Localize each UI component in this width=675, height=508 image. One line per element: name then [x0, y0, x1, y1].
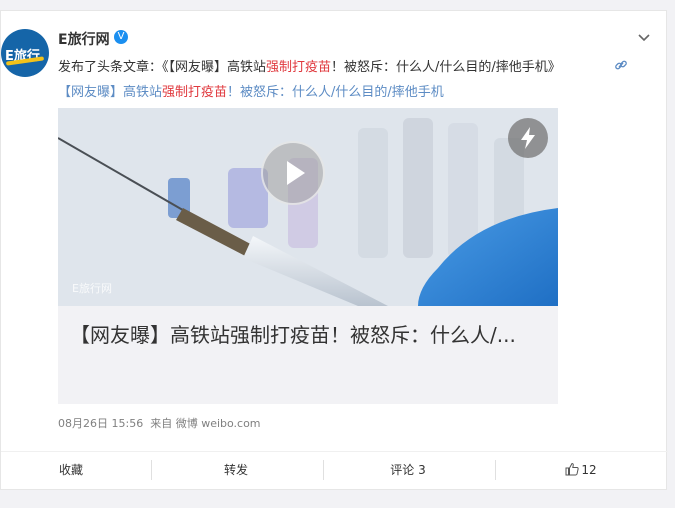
favorite-label: 收藏	[58, 463, 83, 477]
post-source: 来自 微博 weibo.com	[150, 417, 261, 430]
article-link[interactable]: 【网友曝】高铁站强制打疫苗！被怒斥：什么人/什么目的/摔他手机	[58, 81, 444, 100]
divider	[151, 460, 152, 480]
author-name[interactable]: E旅行网	[58, 29, 110, 49]
lightning-icon	[521, 127, 535, 149]
play-button[interactable]	[261, 141, 325, 205]
thumbs-up-icon	[565, 462, 580, 476]
action-bar: 收藏 转发 评论 3 12	[1, 451, 668, 488]
avatar[interactable]: E旅行	[1, 29, 49, 77]
post-meta: 08月26日 15:56 来自 微博 weibo.com	[58, 415, 261, 431]
article-title[interactable]: 【网友曝】高铁站强制打疫苗！被怒斥：什么人/...	[70, 320, 530, 350]
chevron-down-icon[interactable]	[636, 29, 652, 45]
link-icon[interactable]	[614, 58, 628, 72]
repost-button[interactable]: 转发	[206, 460, 266, 480]
article-link-suffix: ！被怒斥：什么人/什么目的/摔他手机	[227, 85, 444, 100]
comment-label: 评论 3	[390, 463, 426, 477]
divider	[323, 460, 324, 480]
favorite-button[interactable]: 收藏	[41, 460, 101, 480]
article-link-prefix: 【网友曝】高铁站	[58, 85, 163, 100]
like-button[interactable]: 12	[551, 460, 611, 480]
article-card[interactable]: 【网友曝】高铁站强制打疫苗！被怒斥：什么人/...	[58, 306, 558, 404]
post-text-highlight: 强制打疫苗	[266, 60, 332, 75]
repost-label: 转发	[223, 463, 248, 477]
watermark: E旅行网	[72, 282, 112, 295]
verified-icon: V	[114, 30, 128, 44]
post-time[interactable]: 08月26日 15:56	[58, 417, 143, 430]
weibo-post-card: E旅行 E旅行网 V 发布了头条文章：《【网友曝】高铁站强制打疫苗！被怒斥：什么…	[0, 10, 668, 490]
comment-button[interactable]: 评论 3	[373, 460, 443, 480]
post-text-suffix: ！被怒斥：什么人/什么目的/摔他手机》	[331, 60, 561, 75]
like-count: 12	[581, 463, 597, 477]
play-icon	[287, 161, 305, 185]
vaccine-image	[58, 108, 558, 306]
flash-button[interactable]	[508, 118, 548, 158]
post-text-prefix: 发布了头条文章：《【网友曝】高铁站	[58, 60, 267, 75]
video-thumbnail[interactable]: E旅行网	[58, 108, 558, 306]
article-link-highlight: 强制打疫苗	[162, 85, 228, 100]
post-text: 发布了头条文章：《【网友曝】高铁站强制打疫苗！被怒斥：什么人/什么目的/摔他手机…	[58, 56, 561, 75]
divider	[495, 460, 496, 480]
